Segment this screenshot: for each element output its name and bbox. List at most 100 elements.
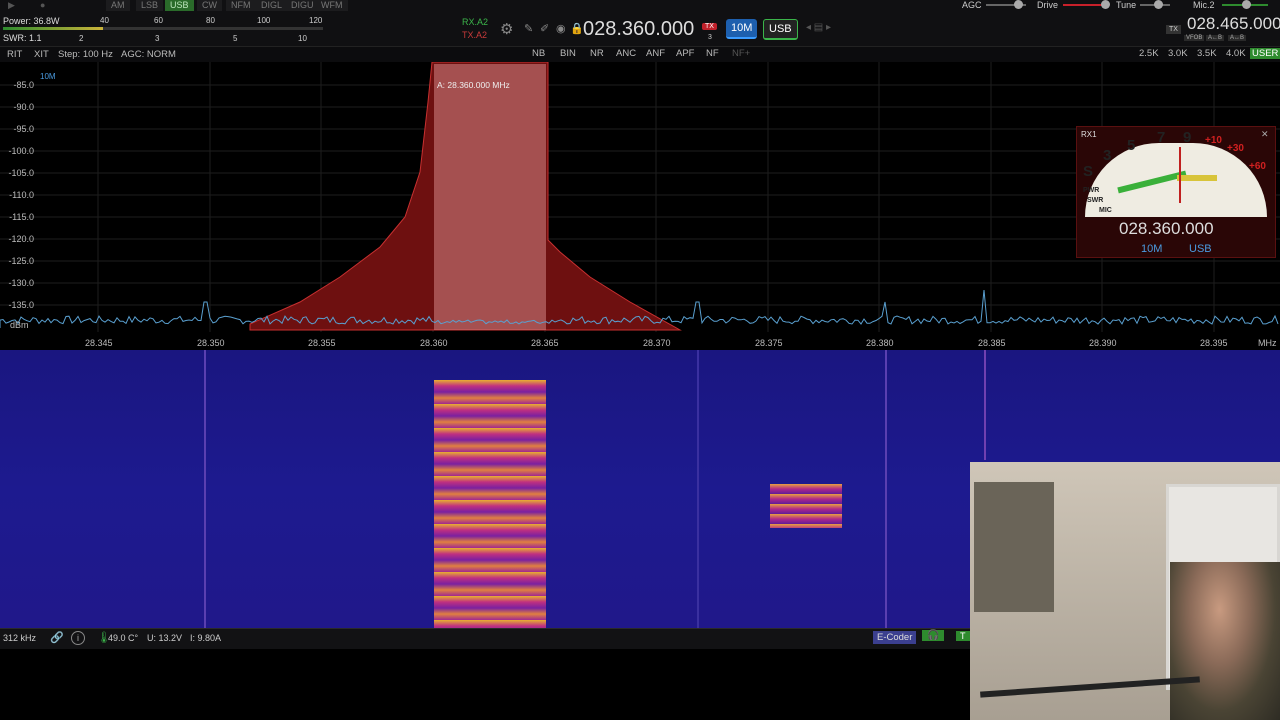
y-tick: -135.0: [8, 300, 34, 310]
xit-button[interactable]: XIT: [34, 49, 49, 60]
vfo-b-tag[interactable]: VFOB: [1184, 35, 1205, 41]
meter-frequency: 028.360.000: [1119, 219, 1214, 238]
dsp-anf[interactable]: ANF: [646, 48, 665, 59]
extra-button[interactable]: T: [956, 631, 970, 641]
carrier-line: [697, 350, 699, 628]
tx-sub: 3: [708, 34, 712, 41]
power-scale-tick: 60: [154, 16, 163, 25]
signal-trace: [770, 484, 842, 528]
swr-scale-tick: 3: [155, 34, 160, 43]
filter-4-0k[interactable]: 4.0K: [1224, 48, 1248, 59]
x-tick: 28.365: [531, 338, 559, 348]
current-readout: I: 9.80A: [190, 633, 222, 643]
mode-digl[interactable]: DIGL: [256, 0, 288, 11]
y-tick: -85.0: [13, 80, 34, 90]
dsp-nr[interactable]: NR: [590, 48, 604, 59]
link-icon[interactable]: 🔗: [50, 631, 64, 644]
agc-mode[interactable]: AGC: NORM: [121, 49, 176, 60]
x-tick: 28.395: [1200, 338, 1228, 348]
info-icon[interactable]: i: [71, 631, 85, 645]
headphones-icon[interactable]: 🎧: [922, 630, 945, 641]
plus-scale-mark: +10: [1205, 135, 1222, 146]
dsp-bin[interactable]: BIN: [560, 48, 576, 59]
filter-3-5k[interactable]: 3.5K: [1195, 48, 1219, 59]
arrows-icon[interactable]: ◂ ▤ ▸: [806, 22, 831, 33]
filter-2-5k[interactable]: 2.5K: [1137, 48, 1161, 59]
rx-id: RX1: [1081, 130, 1097, 139]
vfo-b-tag[interactable]: A←B: [1206, 35, 1225, 41]
mic-slider-knob[interactable]: [1242, 0, 1251, 9]
stop-icon[interactable]: ◉: [556, 22, 566, 35]
signal-trace: [434, 380, 546, 628]
filter-user[interactable]: USER: [1250, 48, 1280, 59]
drive-slider-knob[interactable]: [1101, 0, 1110, 9]
meter-band: 10M: [1141, 243, 1163, 255]
swr-scale-tick: 10: [298, 34, 307, 43]
s-scale-mark: 3: [1103, 147, 1112, 164]
band-button[interactable]: 10M: [726, 19, 758, 39]
ecoder-button[interactable]: E-Coder: [873, 631, 917, 644]
s-scale-mark: 7: [1157, 129, 1166, 146]
x-tick: 28.380: [866, 338, 894, 348]
mode-wfm[interactable]: WFM: [316, 0, 348, 11]
agc-slider-knob[interactable]: [1014, 0, 1023, 9]
carrier-line: [885, 350, 887, 628]
dsp-apf[interactable]: APF: [676, 48, 694, 59]
tune-label: Tune: [1116, 0, 1137, 10]
y-tick: -120.0: [8, 234, 34, 244]
mode-button[interactable]: USB: [763, 19, 798, 40]
gear-icon[interactable]: ⚙: [500, 20, 513, 38]
dsp-nf[interactable]: NF: [706, 48, 719, 59]
lock-icon[interactable]: 🔒: [570, 22, 584, 35]
power-scale-tick: 100: [257, 16, 271, 25]
power-scale-tick: 40: [100, 16, 109, 25]
y-tick: -115.0: [9, 212, 34, 222]
close-icon[interactable]: ✕: [1261, 129, 1269, 140]
y-tick: -105.0: [8, 168, 34, 178]
dbm-unit: dBm: [10, 320, 29, 330]
x-tick: 28.390: [1089, 338, 1117, 348]
y-tick: -95.0: [13, 124, 34, 134]
mic-icon[interactable]: ✎: [524, 22, 533, 35]
band-tag: 10M: [40, 72, 56, 81]
dsp-anc[interactable]: ANC: [616, 48, 636, 59]
edit-icon[interactable]: ✐: [540, 22, 549, 35]
temperature-readout: 49.0 C°: [108, 633, 139, 643]
y-tick: -90.0: [13, 102, 34, 112]
power-readout: Power: 36.8W: [3, 16, 60, 26]
record-icon[interactable]: ●: [40, 0, 45, 10]
meter-side-label: SWR: [1087, 197, 1104, 204]
x-tick: 28.370: [643, 338, 671, 348]
mode-am[interactable]: AM: [106, 0, 130, 11]
dsp-nf-plus[interactable]: NF+: [732, 48, 750, 59]
drive-label: Drive: [1037, 0, 1059, 10]
x-tick: 28.385: [978, 338, 1006, 348]
mode-lsb[interactable]: LSB: [136, 0, 164, 11]
tx-badge: TX: [702, 23, 717, 30]
filter-3-0k[interactable]: 3.0K: [1166, 48, 1190, 59]
x-tick: 28.350: [197, 338, 225, 348]
rit-button[interactable]: RIT: [7, 49, 22, 60]
power-scale-tick: 80: [206, 16, 215, 25]
tune-slider-knob[interactable]: [1154, 0, 1163, 9]
swr-readout: SWR: 1.1: [3, 33, 42, 43]
control-bar: RIT XIT Step: 100 Hz AGC: NORM: [0, 46, 1280, 63]
vfo-b-frequency[interactable]: 028.465.000: [1187, 14, 1280, 34]
y-tick: -130.0: [8, 278, 34, 288]
power-meter-bar: [3, 27, 103, 30]
meter-side-label: MIC: [1099, 207, 1112, 214]
vfo-a-frequency[interactable]: 028.360.000: [583, 18, 694, 41]
dsp-nb[interactable]: NB: [532, 48, 545, 59]
passband-overlay: [434, 64, 546, 330]
mode-usb[interactable]: USB: [165, 0, 194, 11]
mode-nfm[interactable]: NFM: [226, 0, 256, 11]
step-selector[interactable]: Step: 100 Hz: [58, 49, 113, 60]
s-meter-panel: RX1 ✕ 028.360.000 10M USB S 3 5 7 9 +10 +30 +60…: [1076, 126, 1276, 258]
mode-digu[interactable]: DIGU: [286, 0, 319, 11]
s-scale-mark: S: [1083, 163, 1094, 180]
meter-mode: USB: [1189, 243, 1212, 255]
mode-cw[interactable]: CW: [197, 0, 222, 11]
play-icon[interactable]: ▶: [8, 0, 15, 11]
vfo-b-tag[interactable]: A↔B: [1228, 35, 1247, 41]
webcam-shelf: [974, 482, 1054, 612]
